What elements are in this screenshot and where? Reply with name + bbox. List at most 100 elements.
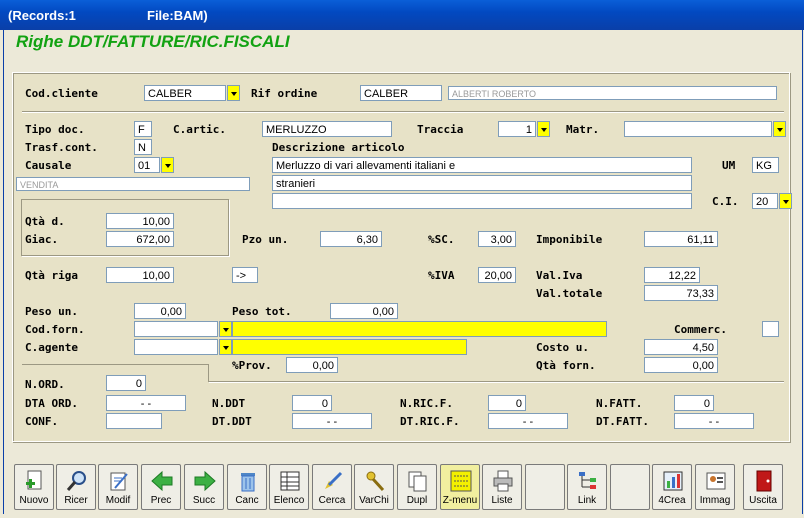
cerca-button[interactable]: Cerca xyxy=(312,464,352,510)
elenco-button[interactable]: Elenco xyxy=(269,464,309,510)
iva-field[interactable]: 20,00 xyxy=(478,267,516,283)
4crea-button[interactable]: 4Crea xyxy=(652,464,692,510)
dt-ric-f-field[interactable]: - - xyxy=(488,413,568,429)
qta-d-field[interactable]: 10,00 xyxy=(106,213,174,229)
pzo-un-field[interactable]: 6,30 xyxy=(320,231,382,247)
cod-cliente-dropdown[interactable] xyxy=(227,85,240,101)
c-agente-field[interactable] xyxy=(134,339,218,355)
zmenu-button[interactable]: Z-menu xyxy=(440,464,480,510)
giac-field[interactable]: 672,00 xyxy=(106,231,174,247)
ci-dropdown[interactable] xyxy=(779,193,792,209)
rif-ordine-field[interactable]: CALBER xyxy=(360,85,442,101)
cod-forn-field[interactable] xyxy=(134,321,218,337)
peso-tot-field[interactable]: 0,00 xyxy=(330,303,398,319)
label-peso-tot: Peso tot. xyxy=(232,305,292,318)
bottom-toolbar: Nuovo Ricer Modif Prec Succ Canc Elenco … xyxy=(12,464,788,512)
prec-button[interactable]: Prec xyxy=(141,464,181,510)
causale-dropdown[interactable] xyxy=(161,157,174,173)
find-icon xyxy=(325,471,343,489)
magnifier-icon xyxy=(66,471,86,491)
chart-icon xyxy=(663,471,683,491)
cod-forn-dropdown[interactable] xyxy=(219,321,232,337)
canc-button[interactable]: Canc xyxy=(227,464,267,510)
4crea-label: 4Crea xyxy=(658,495,686,506)
new-doc-plus-icon xyxy=(26,470,42,490)
traccia-field[interactable]: 1 xyxy=(498,121,536,137)
label-peso-un: Peso un. xyxy=(25,305,78,318)
arrow-field[interactable]: -> xyxy=(232,267,258,283)
empty-button xyxy=(610,464,650,510)
elenco-label: Elenco xyxy=(273,495,305,506)
dupl-button[interactable]: Dupl xyxy=(397,464,437,510)
label-cod-forn: Cod.forn. xyxy=(25,323,85,336)
succ-button[interactable]: Succ xyxy=(184,464,224,510)
c-artic-field[interactable]: MERLUZZO xyxy=(262,121,392,137)
costo-u-field[interactable]: 4,50 xyxy=(644,339,718,355)
prec-label: Prec xyxy=(150,495,172,506)
n-fatt-field[interactable]: 0 xyxy=(674,395,714,411)
label-n-ddt: N.DDT xyxy=(212,397,246,410)
label-n-fatt: N.FATT. xyxy=(596,397,643,410)
separator xyxy=(22,112,784,113)
label-cod-cliente: Cod.cliente xyxy=(25,87,98,100)
prov-field[interactable]: 0,00 xyxy=(286,357,338,373)
n-ric-f-field[interactable]: 0 xyxy=(488,395,526,411)
c-agente-dropdown[interactable] xyxy=(219,339,232,355)
exit-door-icon xyxy=(756,470,772,492)
val-totale-field[interactable]: 73,33 xyxy=(644,285,718,301)
succ-label: Succ xyxy=(192,495,216,506)
label-conf: CONF. xyxy=(25,415,59,428)
descrizione-line-3[interactable] xyxy=(272,193,692,209)
traccia-dropdown[interactable] xyxy=(537,121,550,137)
dupl-label: Dupl xyxy=(406,495,428,506)
label-dt-ddt: DT.DDT xyxy=(212,415,252,428)
uscita-button[interactable]: Uscita xyxy=(743,464,783,510)
records-count: (Records:1 xyxy=(8,8,76,23)
commerc-checkbox[interactable] xyxy=(762,321,779,337)
printer-icon xyxy=(493,470,513,492)
imponibile-field[interactable]: 61,11 xyxy=(644,231,718,247)
image-icon xyxy=(706,472,726,490)
cod-cliente-field[interactable]: CALBER xyxy=(144,85,226,101)
file-name: File:BAM) xyxy=(147,8,208,23)
descrizione-line-1[interactable]: Merluzzo di vari allevamenti italiani e xyxy=(272,157,692,173)
n-ddt-field[interactable]: 0 xyxy=(292,395,332,411)
label-tipo-doc: Tipo doc. xyxy=(25,123,85,136)
qta-riga-field[interactable]: 10,00 xyxy=(106,267,174,283)
trasf-cont-field[interactable]: N xyxy=(134,139,152,155)
sc-field[interactable]: 3,00 xyxy=(478,231,516,247)
modif-button[interactable]: Modif xyxy=(98,464,138,510)
empty-button xyxy=(525,464,565,510)
qta-forn-field[interactable]: 0,00 xyxy=(644,357,718,373)
keys-icon xyxy=(366,471,385,492)
dta-ord-field[interactable]: - - xyxy=(106,395,186,411)
val-iva-field[interactable]: 12,22 xyxy=(644,267,700,283)
separator xyxy=(208,364,209,381)
label-sc: %SC. xyxy=(428,233,455,246)
label-qta-forn: Qtà forn. xyxy=(536,359,596,372)
n-ord-field[interactable]: 0 xyxy=(106,375,146,391)
descrizione-line-2[interactable]: stranieri xyxy=(272,175,692,191)
varchi-label: VarChi xyxy=(359,495,389,506)
ci-field[interactable]: 20 xyxy=(752,193,778,209)
ricer-button[interactable]: Ricer xyxy=(56,464,96,510)
nuovo-button[interactable]: Nuovo xyxy=(14,464,54,510)
link-button[interactable]: Link xyxy=(567,464,607,510)
label-pzo-un: Pzo un. xyxy=(242,233,289,246)
conf-field[interactable] xyxy=(106,413,162,429)
label-dt-ric-f: DT.RIC.F. xyxy=(400,415,460,428)
tipo-doc-field[interactable]: F xyxy=(134,121,152,137)
dt-ddt-field[interactable]: - - xyxy=(292,413,372,429)
page-title: Righe DDT/FATTURE/RIC.FISCALI xyxy=(16,32,290,51)
dt-fatt-field[interactable]: - - xyxy=(674,413,754,429)
matr-field[interactable] xyxy=(624,121,772,137)
liste-button[interactable]: Liste xyxy=(482,464,522,510)
causale-field[interactable]: 01 xyxy=(134,157,160,173)
peso-un-field[interactable]: 0,00 xyxy=(134,303,186,319)
label-val-iva: Val.Iva xyxy=(536,269,583,282)
um-field[interactable]: KG xyxy=(752,157,779,173)
immag-button[interactable]: Immag xyxy=(695,464,735,510)
varchi-button[interactable]: VarChi xyxy=(354,464,394,510)
matr-dropdown[interactable] xyxy=(773,121,786,137)
cliente-name-field: ALBERTI ROBERTO xyxy=(448,86,777,100)
